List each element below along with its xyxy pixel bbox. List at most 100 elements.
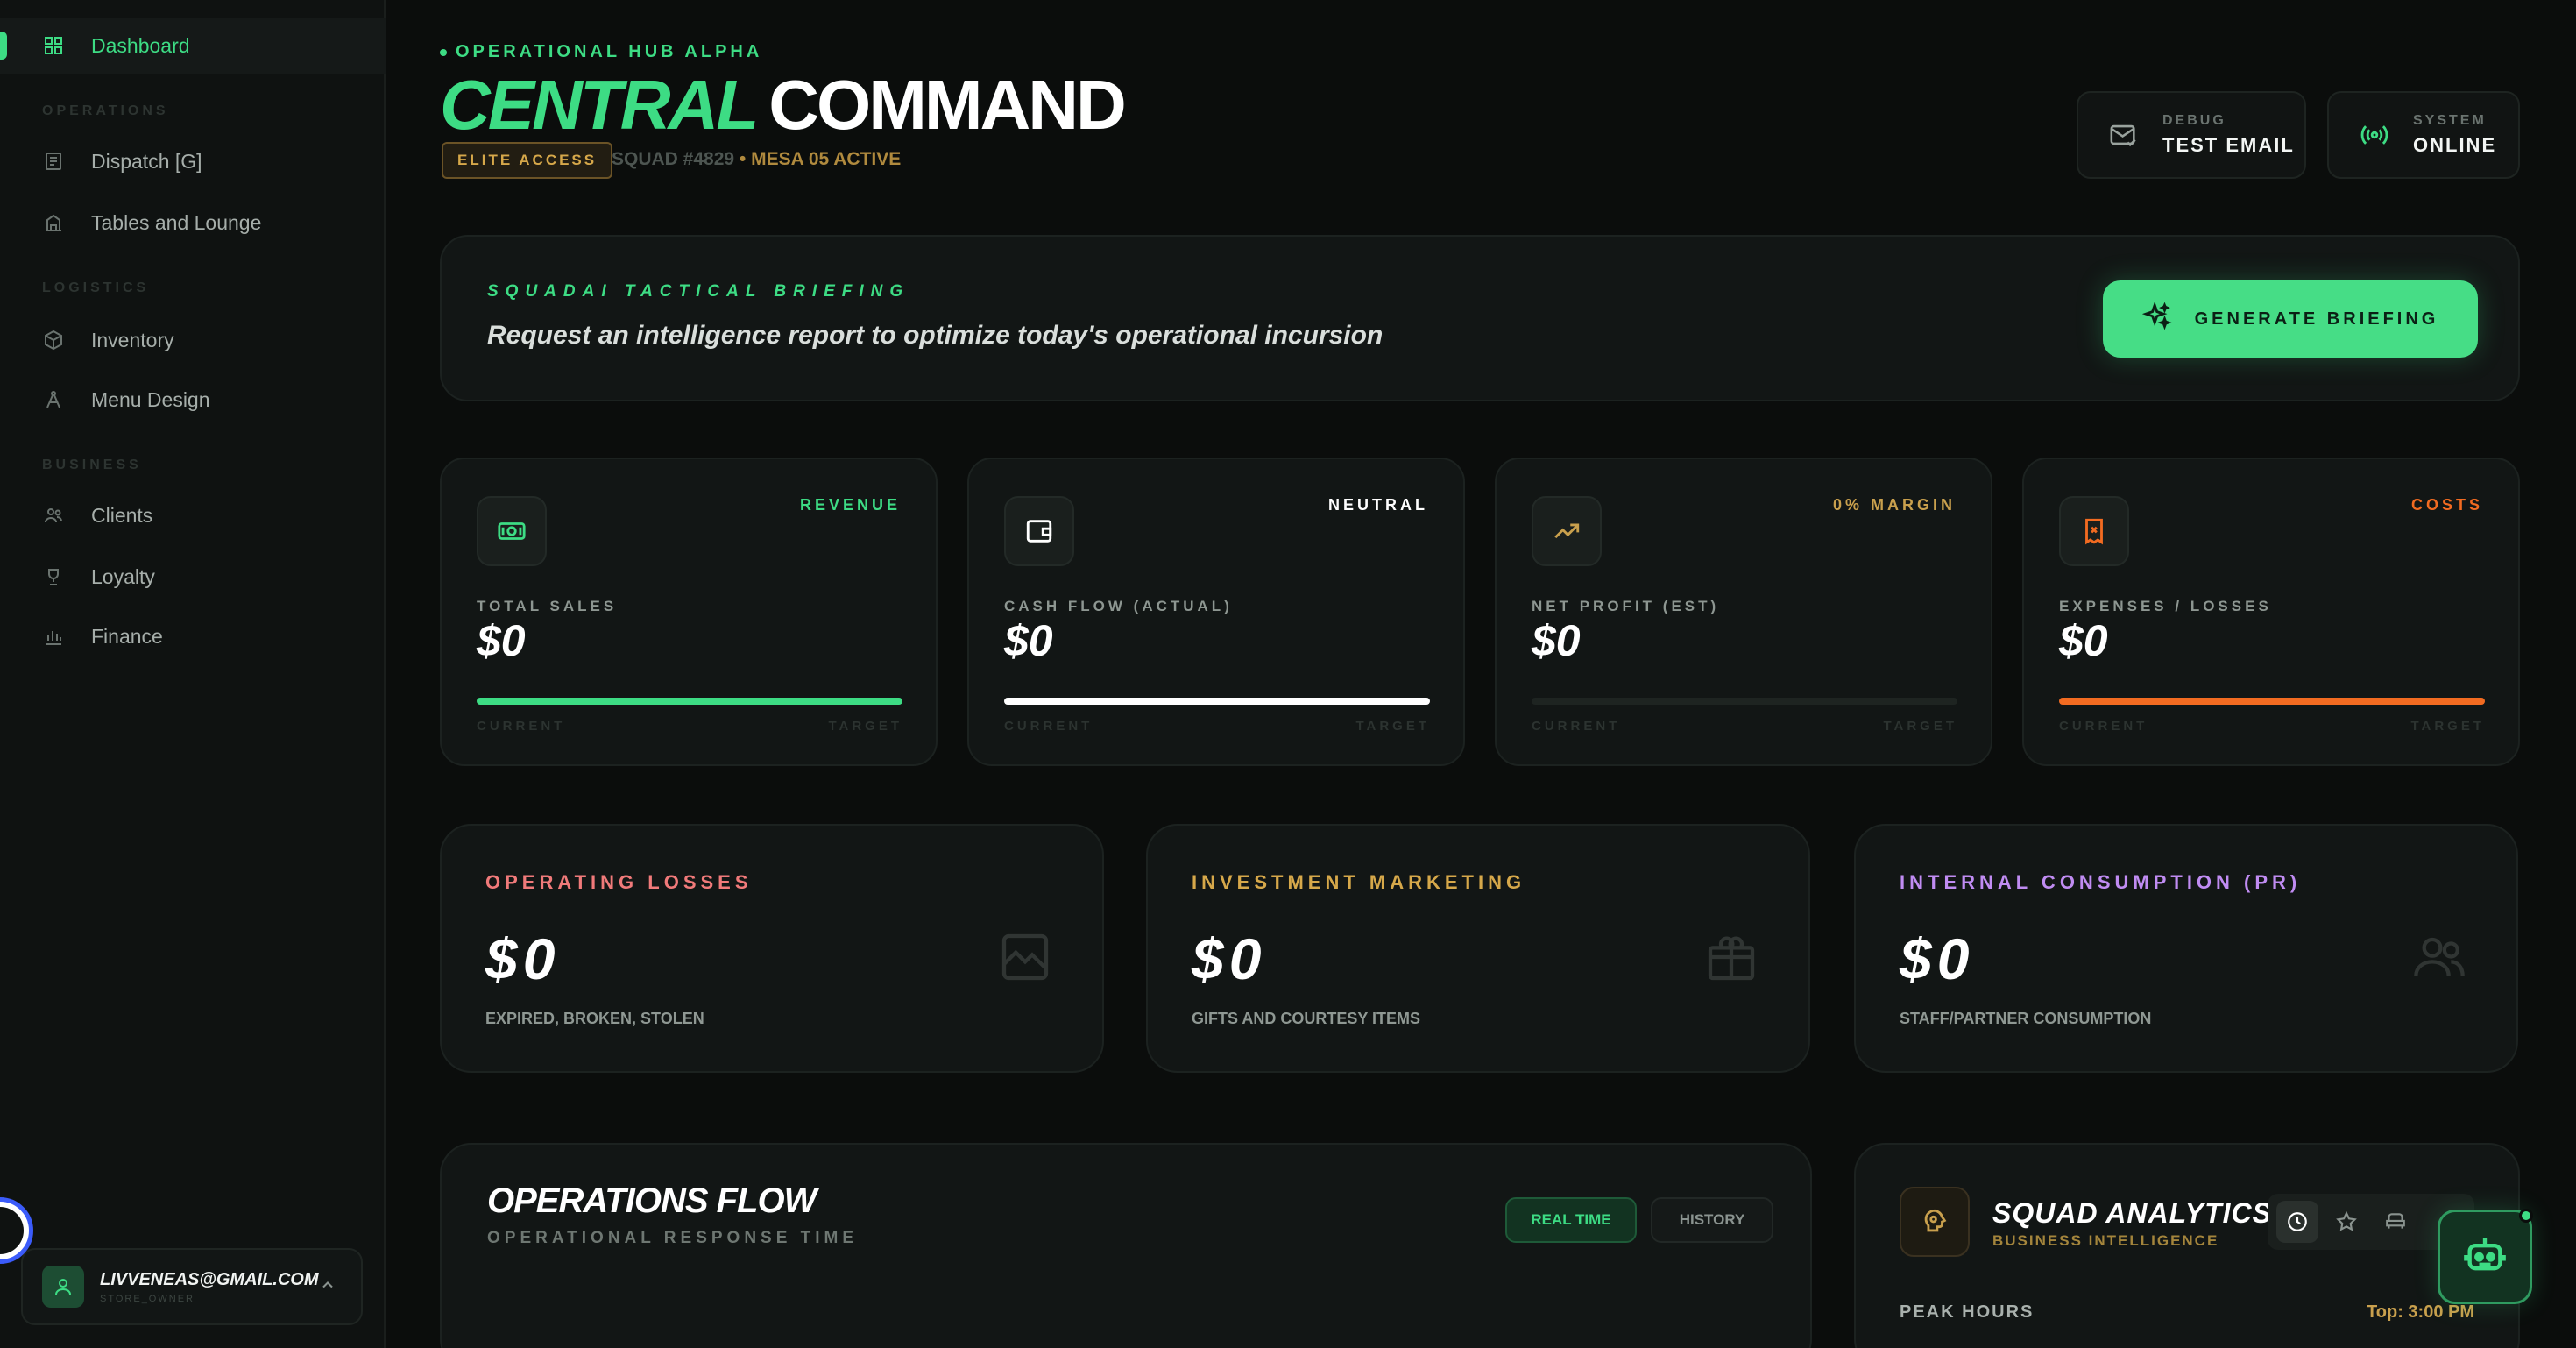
online-dot xyxy=(2519,1209,2533,1223)
stat-label: CASH FLOW (ACTUAL) xyxy=(1004,598,1233,614)
stat-card-expenses: COSTS EXPENSES / LOSSES $0 CURRENT TARGET xyxy=(2022,458,2520,766)
sidebar-item-label: Dispatch [G] xyxy=(91,149,202,173)
system-sub: SYSTEM xyxy=(2413,113,2487,128)
bar-right-label: TARGET xyxy=(1355,719,1430,734)
progress-bar xyxy=(2059,698,2485,705)
user-avatar-icon xyxy=(42,1266,84,1308)
generate-briefing-label: GENERATE BRIEFING xyxy=(2194,309,2439,329)
sidebar-item-menu[interactable]: Menu Design xyxy=(42,382,210,417)
progress-bar xyxy=(1004,698,1430,705)
armchair-icon[interactable] xyxy=(2374,1201,2417,1243)
sparkles-icon xyxy=(2141,301,2172,337)
ops-subtitle: OPERATIONAL RESPONSE TIME xyxy=(487,1229,859,1247)
app-root: Dashboard OPERATIONS Dispatch [G] Tables… xyxy=(0,0,2576,1348)
stat-value: $0 xyxy=(477,616,526,665)
peak-hours-value: Top: 3:00 PM xyxy=(2367,1302,2474,1322)
hub-label: OPERATIONAL HUB ALPHA xyxy=(456,42,763,61)
list-icon xyxy=(42,150,65,173)
loss-label: INVESTMENT MARKETING xyxy=(1192,871,1526,893)
star-icon[interactable] xyxy=(2325,1201,2367,1243)
debug-email-button[interactable]: DEBUG TEST EMAIL xyxy=(2077,91,2306,179)
sidebar-item-label: Dashboard xyxy=(91,33,190,57)
title-part-central: CENTRAL xyxy=(440,66,759,144)
sidebar: Dashboard OPERATIONS Dispatch [G] Tables… xyxy=(0,0,386,1348)
box-icon xyxy=(42,329,65,351)
sidebar-item-dispatch[interactable]: Dispatch [G] xyxy=(42,144,202,179)
wallet-icon xyxy=(1004,496,1074,566)
mesa-status: MESA 05 ACTIVE xyxy=(751,149,902,169)
generate-briefing-button[interactable]: GENERATE BRIEFING xyxy=(2103,280,2478,358)
gift-icon xyxy=(1703,929,1759,985)
assistant-bot-button[interactable] xyxy=(2438,1209,2533,1304)
stat-label: TOTAL SALES xyxy=(477,598,618,614)
loss-value: $0 xyxy=(1900,926,1975,991)
loss-card-operating: OPERATING LOSSES $0 EXPIRED, BROKEN, STO… xyxy=(440,824,1104,1073)
squad-analytics-card: SQUAD ANALYTICS BUSINESS INTELLIGENCE PE… xyxy=(1854,1143,2520,1348)
system-main: ONLINE xyxy=(2413,134,2497,156)
squad-title: SQUAD ANALYTICS xyxy=(1992,1197,2272,1229)
sidebar-item-finance[interactable]: Finance xyxy=(42,619,163,654)
trophy-icon xyxy=(42,565,65,588)
stat-tag: 0% MARGIN xyxy=(1832,496,1956,514)
loss-sub: STAFF/PARTNER CONSUMPTION xyxy=(1900,1010,2152,1027)
user-email: LIVVENEAS@GMAIL.COM xyxy=(100,1269,319,1289)
chevron-up-icon[interactable] xyxy=(319,1276,336,1299)
sidebar-item-label: Clients xyxy=(91,503,153,527)
briefing-label: SQUADAI TACTICAL BRIEFING xyxy=(487,282,910,301)
loss-card-internal: INTERNAL CONSUMPTION (PR) $0 STAFF/PARTN… xyxy=(1854,824,2518,1073)
sidebar-item-label: Loyalty xyxy=(91,564,155,588)
loss-sub: EXPIRED, BROKEN, STOLEN xyxy=(485,1010,704,1027)
stat-label: EXPENSES / LOSSES xyxy=(2059,598,2272,614)
building-icon xyxy=(42,211,65,234)
receipt-x-icon xyxy=(2059,496,2129,566)
section-operations: OPERATIONS xyxy=(42,103,169,118)
bar-left-label: CURRENT xyxy=(2059,719,2148,734)
stat-tag: COSTS xyxy=(2410,496,2483,514)
section-business: BUSINESS xyxy=(42,458,142,472)
sidebar-item-label: Menu Design xyxy=(91,387,210,411)
bar-left-label: CURRENT xyxy=(1004,719,1093,734)
trending-up-icon xyxy=(1532,496,1602,566)
sidebar-item-inventory[interactable]: Inventory xyxy=(42,323,174,358)
squad-subtitle: BUSINESS INTELLIGENCE xyxy=(1992,1232,2219,1249)
clock-icon[interactable] xyxy=(2276,1201,2318,1243)
sidebar-item-label: Finance xyxy=(91,624,163,648)
hub-tag: OPERATIONAL HUB ALPHA xyxy=(440,42,762,62)
bar-left-label: CURRENT xyxy=(1532,719,1621,734)
grid-icon xyxy=(42,34,65,57)
user-card[interactable]: LIVVENEAS@GMAIL.COM STORE_OWNER xyxy=(21,1248,363,1325)
squad-line: SQUAD #4829 • MESA 05 ACTIVE xyxy=(612,149,902,169)
loss-value: $0 xyxy=(1192,926,1267,991)
bot-icon xyxy=(2462,1232,2508,1282)
signal-icon xyxy=(2359,119,2390,151)
bar-right-label: TARGET xyxy=(1883,719,1957,734)
dot-icon xyxy=(440,48,447,56)
sidebar-item-clients[interactable]: Clients xyxy=(42,498,152,533)
tab-realtime[interactable]: REAL TIME xyxy=(1505,1197,1637,1243)
users-icon xyxy=(42,504,65,527)
briefing-text: Request an intelligence report to optimi… xyxy=(487,321,1384,350)
mail-check-icon xyxy=(2108,119,2140,151)
progress-bar xyxy=(477,698,902,705)
sidebar-item-loyalty[interactable]: Loyalty xyxy=(42,559,155,594)
operations-flow-card: OPERATIONS FLOW OPERATIONAL RESPONSE TIM… xyxy=(440,1143,1812,1348)
active-indicator xyxy=(0,32,7,60)
system-status[interactable]: SYSTEM ONLINE xyxy=(2327,91,2520,179)
loss-label: INTERNAL CONSUMPTION (PR) xyxy=(1900,871,2302,893)
stat-value: $0 xyxy=(1004,616,1053,665)
tab-history[interactable]: HISTORY xyxy=(1651,1197,1773,1243)
section-logistics: LOGISTICS xyxy=(42,280,150,295)
sidebar-item-dashboard[interactable]: Dashboard xyxy=(0,18,386,74)
stat-card-cash-flow: NEUTRAL CASH FLOW (ACTUAL) $0 CURRENT TAR… xyxy=(967,458,1465,766)
access-badge: ELITE ACCESS xyxy=(442,142,613,179)
loss-label: OPERATING LOSSES xyxy=(485,871,753,893)
bar-chart-icon xyxy=(42,625,65,648)
loss-value: $0 xyxy=(485,926,561,991)
compass-icon xyxy=(42,388,65,411)
bar-right-label: TARGET xyxy=(2410,719,2485,734)
ops-title: OPERATIONS FLOW xyxy=(487,1181,817,1220)
loss-sub: GIFTS AND COURTESY ITEMS xyxy=(1192,1010,1421,1027)
debug-main: TEST EMAIL xyxy=(2162,134,2295,156)
sidebar-item-tables[interactable]: Tables and Lounge xyxy=(42,205,261,240)
sidebar-item-label: Inventory xyxy=(91,328,174,351)
